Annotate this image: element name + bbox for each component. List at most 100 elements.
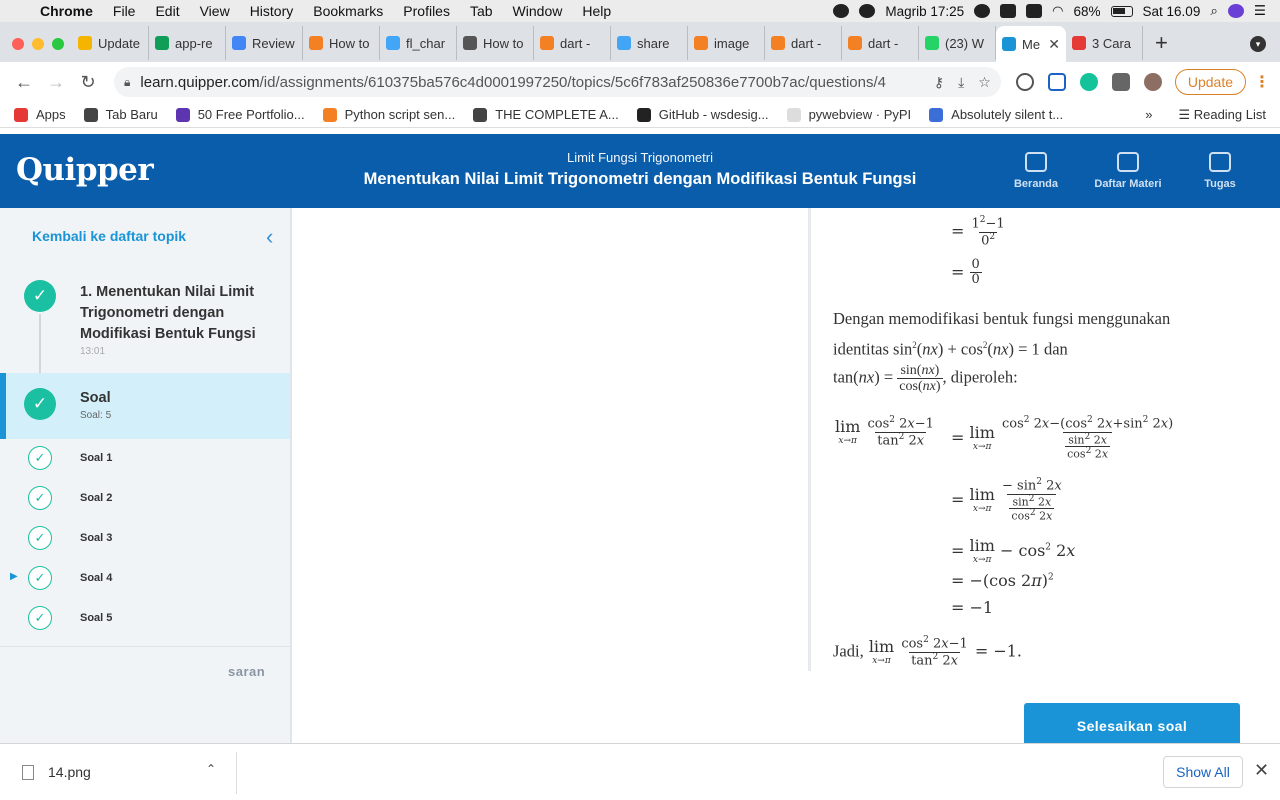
bookmark-item[interactable]: Python script sen...	[322, 107, 455, 122]
bookmark-item[interactable]: Apps	[14, 107, 66, 122]
reading-list-button[interactable]: ☰ Reading List	[1178, 107, 1266, 123]
question-item-3[interactable]: ✓ Soal 3	[0, 519, 290, 559]
download-item[interactable]: 14.png	[22, 764, 91, 780]
browser-tab[interactable]: dart -	[842, 26, 919, 60]
close-icon[interactable]: ✕	[1254, 760, 1269, 781]
bookmark-star-icon[interactable]: ☆	[978, 74, 991, 91]
grammarly-icon[interactable]	[1079, 73, 1098, 91]
bookmark-item[interactable]: 50 Free Portfolio...	[175, 107, 305, 122]
extension-icon-1[interactable]	[1015, 73, 1034, 91]
browser-tab[interactable]: Me ✕	[996, 26, 1066, 62]
update-button[interactable]: Update	[1174, 69, 1246, 95]
siri-icon[interactable]	[1227, 4, 1244, 18]
collapse-sidebar-icon[interactable]: ‹	[266, 224, 273, 250]
math-fraction: 12−1 02	[971, 215, 1005, 248]
browser-tab[interactable]: share	[611, 26, 688, 60]
nav-beranda[interactable]: Beranda	[1006, 152, 1066, 190]
show-all-downloads-button[interactable]: Show All	[1163, 756, 1243, 788]
conclusion-result: = −1.	[974, 641, 1023, 661]
bookmarks-overflow-button[interactable]: »	[1145, 107, 1152, 122]
prayer-time-status[interactable]: Magrib 17:25	[885, 4, 964, 19]
control-center-icon[interactable]: ☰	[1254, 3, 1266, 19]
nav-tugas[interactable]: Tugas	[1190, 152, 1250, 190]
bookmark-item[interactable]: Absolutely silent t...	[929, 107, 1063, 122]
quipper-logo[interactable]: Quipper	[16, 152, 154, 188]
browser-tab[interactable]: How to	[303, 26, 380, 60]
browser-tab[interactable]: 3 Cara	[1066, 26, 1143, 60]
bookmark-app-icon[interactable]	[1000, 4, 1017, 18]
forward-button[interactable]: →	[42, 72, 70, 93]
explanation-text-1: Dengan memodifikasi bentuk fungsi menggu…	[833, 309, 1171, 328]
status-app-icon[interactable]	[833, 4, 850, 18]
browser-menu-icon[interactable]: ⋮	[1254, 72, 1270, 92]
wifi-icon[interactable]: ◠	[1052, 3, 1063, 19]
browser-tab[interactable]: fl_char	[380, 26, 457, 60]
close-tab-icon[interactable]: ✕	[1048, 36, 1060, 53]
math-fraction: 00	[969, 257, 982, 288]
browser-tab[interactable]: How to	[457, 26, 534, 60]
nav-daftar-materi[interactable]: Daftar Materi	[1088, 152, 1168, 190]
completed-check-icon: ✓	[24, 280, 56, 312]
cloud-icon[interactable]	[859, 4, 876, 18]
menu-profiles[interactable]: Profiles	[393, 3, 460, 19]
creative-cloud-icon[interactable]	[974, 4, 991, 18]
minimize-window-button[interactable]	[32, 38, 44, 50]
menu-window[interactable]: Window	[503, 3, 573, 19]
soal-section-header[interactable]: ✓ Soal Soal: 5	[0, 373, 290, 439]
back-to-topics-link[interactable]: Kembali ke daftar topik	[32, 228, 186, 244]
menu-app-name[interactable]: Chrome	[36, 3, 103, 19]
extension-icon-2[interactable]	[1047, 73, 1066, 91]
bookmark-item[interactable]: pywebview · PyPI	[786, 107, 911, 122]
install-icon[interactable]: ⤓	[958, 74, 964, 91]
close-window-button[interactable]	[12, 38, 24, 50]
bookmark-item[interactable]: GitHub - wsdesig...	[636, 107, 769, 122]
clock[interactable]: Sat 16.09	[1143, 4, 1201, 19]
spotlight-search-icon[interactable]: ⌕	[1210, 3, 1218, 19]
question-label: Soal 5	[80, 612, 113, 624]
question-item-4[interactable]: ▶ ✓ Soal 4	[0, 559, 290, 599]
zoom-window-button[interactable]	[52, 38, 64, 50]
browser-tab[interactable]: dart -	[765, 26, 842, 60]
new-tab-button[interactable]: +	[1155, 30, 1168, 56]
browser-tab[interactable]: image	[688, 26, 765, 60]
battery-icon[interactable]	[1110, 5, 1133, 17]
reload-button[interactable]: ↻	[74, 72, 102, 93]
menu-edit[interactable]: Edit	[145, 3, 189, 19]
finish-quiz-button[interactable]: Selesaikan soal	[1024, 703, 1240, 743]
menu-view[interactable]: View	[190, 3, 240, 19]
browser-tab[interactable]: dart -	[534, 26, 611, 60]
lock-icon[interactable]: 🔒︎	[124, 75, 130, 90]
key-icon[interactable]: ⚷	[934, 74, 944, 91]
bookmark-favicon-icon	[175, 107, 190, 122]
browser-tab[interactable]: app-re	[149, 26, 226, 60]
feedback-link[interactable]: saran	[228, 664, 265, 679]
menu-history[interactable]: History	[240, 3, 304, 19]
bookmark-item[interactable]: Tab Baru	[83, 107, 158, 122]
nav-daftar-materi-label: Daftar Materi	[1094, 178, 1162, 190]
browser-tab[interactable]: Update	[72, 26, 149, 60]
topic-item[interactable]: ✓ 1. Menentukan Nilai Limit Trigonometri…	[0, 270, 290, 374]
menu-tab[interactable]: Tab	[460, 3, 503, 19]
menu-file[interactable]: File	[103, 3, 146, 19]
bookmark-item[interactable]: THE COMPLETE A...	[473, 107, 619, 122]
math-step: = lim x→π cos2 2x−(cos2 2x+sin2 2x) sin2 2…	[951, 415, 1174, 462]
address-bar[interactable]: 🔒︎ learn.quipper.com /id/assignments/610…	[114, 67, 1001, 97]
extensions-puzzle-icon[interactable]	[1111, 73, 1130, 91]
tab-search-icon[interactable]: ▾	[1250, 36, 1266, 52]
tab-favicon-icon	[694, 36, 708, 50]
soal-section-title: Soal	[80, 390, 111, 406]
question-label: Soal 2	[80, 492, 113, 504]
chevron-up-icon[interactable]: ⌃	[206, 762, 216, 776]
browser-tab[interactable]: (23) W	[919, 26, 996, 60]
math-fraction: cos2 2x−(cos2 2x+sin2 2x) sin2 2x cos2 2x	[1002, 415, 1174, 462]
question-item-5[interactable]: ✓ Soal 5	[0, 599, 290, 639]
battery-percent[interactable]: 68%	[1074, 4, 1101, 19]
back-button[interactable]: ←	[10, 72, 38, 93]
keyboard-icon[interactable]	[1026, 4, 1043, 18]
question-item-2[interactable]: ✓ Soal 2	[0, 479, 290, 519]
menu-help[interactable]: Help	[572, 3, 621, 19]
question-item-1[interactable]: ✓ Soal 1	[0, 439, 290, 479]
menu-bookmarks[interactable]: Bookmarks	[303, 3, 393, 19]
profile-avatar[interactable]	[1143, 73, 1162, 91]
browser-tab[interactable]: Review	[226, 26, 303, 60]
